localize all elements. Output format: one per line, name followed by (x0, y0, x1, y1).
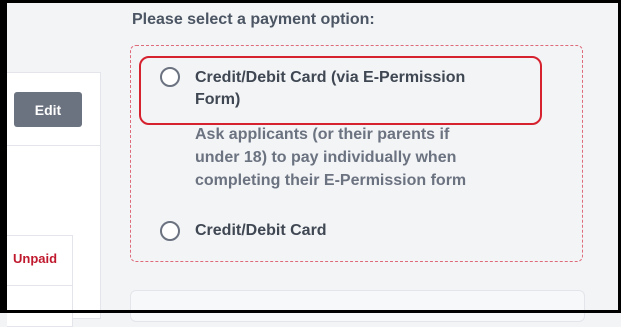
option-epermission-desc-line3: completing their E-Permission form (195, 172, 467, 189)
table-cell-next (7, 285, 73, 327)
option-epermission-desc-line2: under 18) to pay individually when (195, 149, 457, 166)
status-unpaid-text: Unpaid (13, 251, 58, 266)
next-section-card (130, 290, 585, 322)
option-credit-debit-label[interactable]: Credit/Debit Card (195, 220, 327, 242)
left-panel-divider (7, 145, 100, 146)
radio-epermission-card[interactable] (160, 67, 180, 87)
screenshot-border-left (0, 0, 7, 313)
radio-credit-debit-card[interactable] (160, 221, 180, 241)
edit-button[interactable]: Edit (14, 92, 82, 127)
screenshot-border-top (0, 0, 621, 3)
option-epermission-desc-line1: Ask applicants (or their parents if (195, 126, 450, 143)
option-epermission-label-line2[interactable]: Form) (195, 89, 240, 111)
option-epermission-label-line1[interactable]: Credit/Debit Card (via E-Permission (195, 67, 465, 89)
payment-option-heading: Please select a payment option: (132, 11, 375, 28)
